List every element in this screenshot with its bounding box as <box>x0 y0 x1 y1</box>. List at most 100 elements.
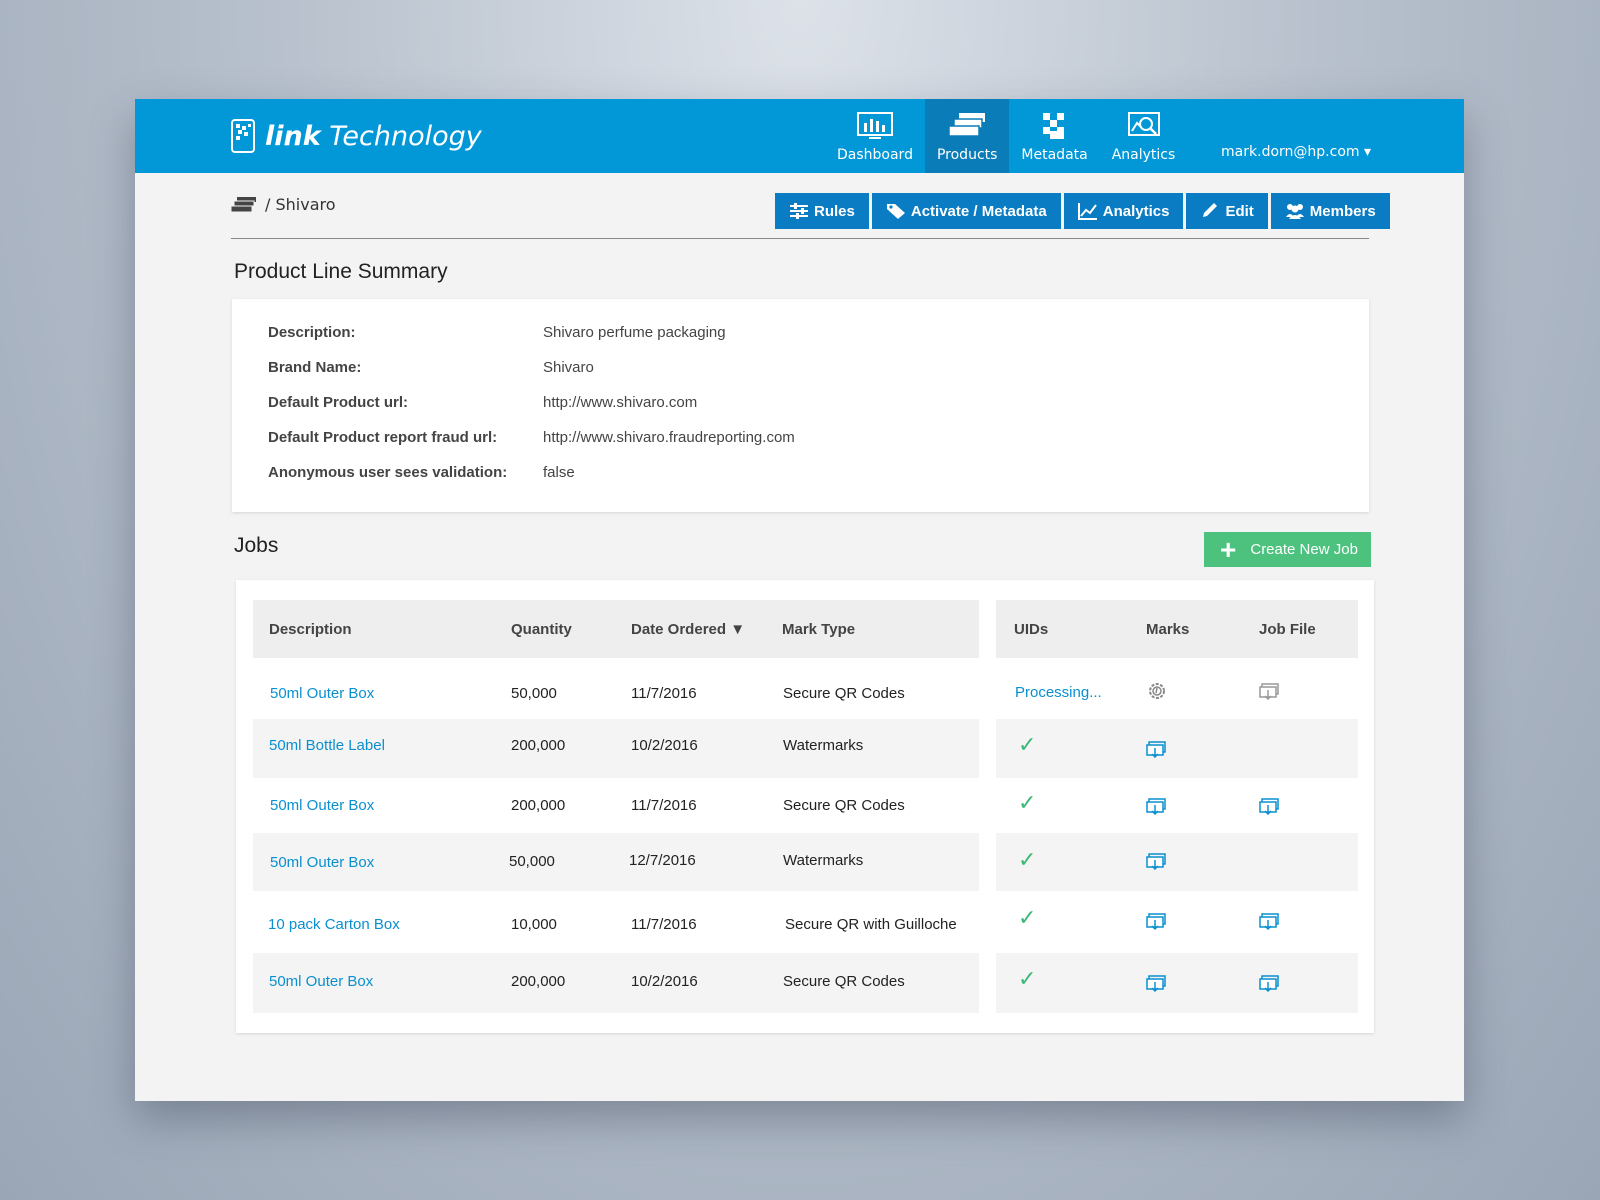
members-button[interactable]: Members <box>1270 193 1390 229</box>
user-menu[interactable]: mark.dorn@hp.com ▾ <box>1221 144 1371 160</box>
download-icon[interactable] <box>1146 796 1168 816</box>
nav-metadata-label: Metadata <box>1021 147 1088 163</box>
nav-metadata[interactable]: Metadata <box>1009 99 1099 173</box>
download-disabled-icon <box>1259 683 1279 701</box>
nav-analytics[interactable]: Analytics <box>1100 99 1188 173</box>
summary-label: Default Product url: <box>268 394 409 411</box>
download-icon[interactable] <box>1146 739 1168 759</box>
download-icon[interactable] <box>1146 851 1168 871</box>
summary-label: Brand Name: <box>268 359 362 376</box>
brand-rest: Technology <box>320 120 482 152</box>
line-chart-icon <box>1077 203 1097 220</box>
action-toolbar: Rules Activate / Metadata Analytics Edit <box>775 193 1393 229</box>
create-new-job-button[interactable]: + Create New Job <box>1204 532 1371 567</box>
col-uids[interactable]: UIDs <box>1014 621 1048 638</box>
job-mark-type: Secure QR Codes <box>783 797 905 814</box>
summary-label: Default Product report fraud url: <box>268 429 498 446</box>
plus-icon: + <box>1220 533 1237 565</box>
rules-button[interactable]: Rules <box>775 193 869 229</box>
download-icon[interactable] <box>1259 911 1281 931</box>
job-date: 10/2/2016 <box>631 737 698 754</box>
job-date: 10/2/2016 <box>631 973 698 990</box>
col-date-ordered[interactable]: Date Ordered ▼ <box>631 621 745 638</box>
activate-metadata-button[interactable]: Activate / Metadata <box>871 193 1061 229</box>
analytics-button[interactable]: Analytics <box>1063 193 1184 229</box>
summary-value: http://www.shivaro.com <box>543 394 698 411</box>
download-icon[interactable] <box>1259 973 1281 993</box>
brand-bold: link <box>265 120 321 152</box>
col-mark-type[interactable]: Mark Type <box>782 621 855 638</box>
processing-gear-icon <box>1149 683 1165 699</box>
job-uids-processing[interactable]: Processing... <box>1015 684 1102 701</box>
download-icon[interactable] <box>1259 796 1281 816</box>
summary-value: false <box>543 464 575 481</box>
app-window: link Technology Dashboard Products Metad… <box>135 99 1464 1101</box>
check-icon: ✓ <box>1018 848 1037 873</box>
header-divider <box>231 238 1369 239</box>
activate-metadata-button-label: Activate / Metadata <box>910 202 1047 220</box>
summary-value: Shivaro perfume packaging <box>543 324 726 341</box>
products-stack-icon <box>948 113 986 137</box>
brand-name: link Technology <box>265 121 482 152</box>
summary-card: Description: Shivaro perfume packaging B… <box>232 299 1369 512</box>
job-description-link[interactable]: 50ml Outer Box <box>269 973 373 990</box>
jobs-table: Description Quantity Date Ordered ▼ Mark… <box>236 580 1374 1033</box>
link-logo-icon <box>231 119 255 153</box>
table-header-left <box>253 600 979 658</box>
nav-dashboard[interactable]: Dashboard <box>825 99 925 173</box>
metadata-checker-icon <box>1042 113 1064 139</box>
members-button-label: Members <box>1309 202 1376 220</box>
job-quantity: 50,000 <box>509 853 555 870</box>
summary-label: Description: <box>268 324 356 341</box>
col-description[interactable]: Description <box>269 621 352 638</box>
summary-label: Anonymous user sees validation: <box>268 464 508 481</box>
job-mark-type: Secure QR with Guilloche <box>785 916 957 933</box>
check-icon: ✓ <box>1018 906 1037 931</box>
job-quantity: 200,000 <box>511 973 566 990</box>
analytics-button-label: Analytics <box>1102 202 1170 220</box>
job-date: 11/7/2016 <box>631 685 697 702</box>
breadcrumb: / Shivaro <box>231 195 336 214</box>
job-mark-type: Watermarks <box>783 852 864 869</box>
check-icon: ✓ <box>1018 733 1037 758</box>
job-quantity: 50,000 <box>511 685 557 702</box>
job-description-link[interactable]: 50ml Bottle Label <box>269 737 385 754</box>
check-icon: ✓ <box>1018 967 1037 992</box>
summary-value: http://www.shivaro.fraudreporting.com <box>543 429 795 446</box>
tag-icon <box>886 204 905 219</box>
create-new-job-label: Create New Job <box>1250 541 1358 558</box>
nav-products-label: Products <box>936 147 998 163</box>
check-icon: ✓ <box>1018 791 1037 816</box>
breadcrumb-current: Shivaro <box>275 195 336 214</box>
job-quantity: 200,000 <box>511 737 566 754</box>
row-stripe <box>996 953 1358 1013</box>
job-mark-type: Secure QR Codes <box>783 973 905 990</box>
download-icon[interactable] <box>1146 911 1168 931</box>
download-icon[interactable] <box>1146 973 1168 993</box>
row-stripe <box>996 719 1358 778</box>
job-date: 11/7/2016 <box>631 916 697 933</box>
nav-dashboard-label: Dashboard <box>837 147 913 163</box>
job-date: 11/7/2016 <box>631 797 697 814</box>
job-quantity: 200,000 <box>511 797 566 814</box>
job-description-link[interactable]: 50ml Outer Box <box>270 685 374 702</box>
nav-products[interactable]: Products <box>924 99 1010 173</box>
logo[interactable]: link Technology <box>231 119 482 153</box>
col-marks[interactable]: Marks <box>1146 621 1189 638</box>
edit-button-label: Edit <box>1225 202 1254 220</box>
job-description-link[interactable]: 10 pack Carton Box <box>268 916 400 933</box>
summary-value: Shivaro <box>543 359 594 376</box>
edit-button[interactable]: Edit <box>1186 193 1268 229</box>
job-description-link[interactable]: 50ml Outer Box <box>270 797 374 814</box>
breadcrumb-separator: / <box>265 195 271 214</box>
sliders-icon <box>790 203 808 219</box>
col-quantity[interactable]: Quantity <box>511 621 572 638</box>
users-icon <box>1285 204 1304 219</box>
nav-analytics-label: Analytics <box>1111 147 1176 163</box>
col-job-file[interactable]: Job File <box>1259 621 1316 638</box>
row-stripe <box>996 833 1358 891</box>
job-description-link[interactable]: 50ml Outer Box <box>270 854 374 871</box>
products-stack-icon[interactable] <box>231 196 257 214</box>
job-mark-type: Secure QR Codes <box>783 685 905 702</box>
main-nav: Dashboard Products Metadata Analytics <box>825 99 1187 173</box>
